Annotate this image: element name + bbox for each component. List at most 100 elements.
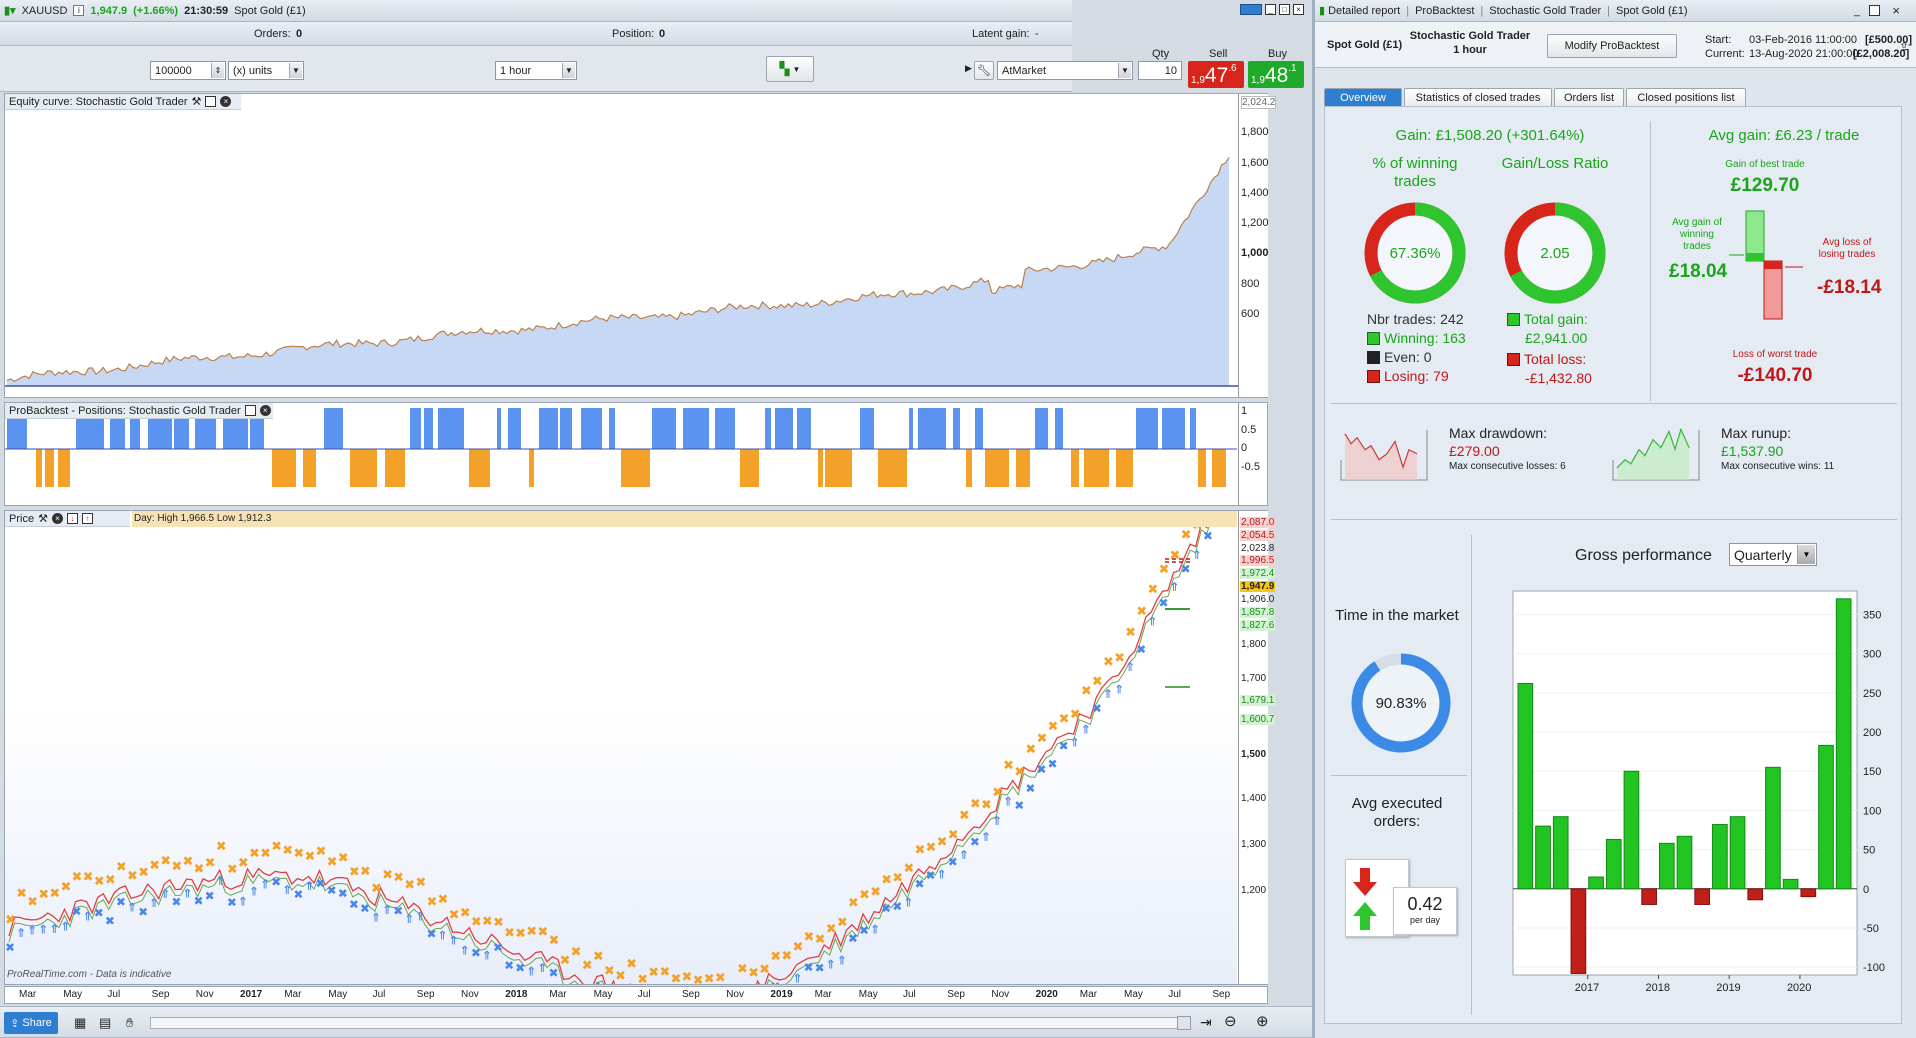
month-label: Nov [195, 989, 214, 1000]
buy-button[interactable]: 1,9 48.1 [1248, 61, 1304, 88]
units-select[interactable]: (x) units ▼ [228, 61, 304, 80]
buy-marker: ✖ [138, 905, 148, 919]
share-button[interactable]: ⇪ Share [4, 1012, 58, 1034]
wrench-icon[interactable]: ⚒ [38, 512, 48, 525]
wrench-icon[interactable]: 🔧︎ [974, 61, 994, 80]
buy-arrow-icon[interactable]: ↑ [81, 513, 93, 524]
top-tab-probacktest[interactable]: ProBacktest [1415, 5, 1474, 17]
sell-marker: ✖ [1025, 743, 1036, 758]
info-icon[interactable]: i [73, 5, 85, 16]
top-tab-strategy[interactable]: Stochastic Gold Trader [1489, 5, 1601, 17]
axis-label: 1 [1241, 405, 1248, 417]
even-swatch [1367, 351, 1380, 364]
sell-marker: ✖ [560, 953, 571, 968]
maximize-icon[interactable]: □ [1279, 4, 1290, 15]
maximize-icon[interactable] [1869, 5, 1880, 16]
hand-icon[interactable]: ✋︎ [126, 1015, 133, 1031]
gain-text: Gain: £1,508.20 (+301.64%) [1395, 127, 1585, 144]
total-loss: -£1,432.80 [1525, 370, 1592, 386]
buy-marker: ✖ [1158, 596, 1168, 610]
buy-marker: ✖ [881, 902, 891, 916]
candles-icon[interactable]: ▮▾ [4, 4, 16, 17]
chevron-down-icon[interactable]: ▼ [1797, 545, 1815, 564]
sell-marker: ✖ [449, 908, 460, 923]
grid-icon[interactable]: ▤ [99, 1015, 111, 1031]
layout-icon[interactable] [1240, 4, 1262, 15]
ticket-arrow-icon[interactable]: ▶ [965, 63, 972, 74]
avg-win-bar [1746, 253, 1764, 261]
tab-statistics[interactable]: Statistics of closed trades [1404, 88, 1552, 106]
orders-per-day-card: 0.42 per day [1393, 887, 1457, 935]
close-icon[interactable]: × [220, 96, 232, 107]
buy-marker: ✖ [116, 895, 126, 909]
zoom-in-icon[interactable]: ⊕ [1256, 1012, 1269, 1030]
export-icon[interactable]: ⇪ [1899, 40, 1909, 54]
tab-overview[interactable]: Overview [1324, 88, 1402, 106]
maximize-icon[interactable] [244, 405, 256, 416]
current-date: 13-Aug-2020 21:00:00 [1749, 48, 1859, 60]
zoom-out-icon[interactable]: ⊖ [1224, 1012, 1237, 1030]
sell-marker: ✖ [615, 969, 626, 984]
runup-value: £1,537.90 [1721, 443, 1784, 459]
tab-closed-positions[interactable]: Closed positions list [1626, 88, 1746, 106]
sell-marker: ✖ [881, 873, 892, 888]
close-icon[interactable]: × [51, 513, 63, 524]
sell-marker: ✖ [548, 934, 559, 949]
order-type-select[interactable]: AtMarket ▼ [997, 61, 1133, 80]
chart-type-button[interactable]: ▚ ▼ [766, 56, 814, 82]
tab-orders-list[interactable]: Orders list [1554, 88, 1624, 106]
spinner-icon[interactable]: ⇕ [211, 63, 224, 78]
price-axis-label: 1,300 [1241, 839, 1267, 850]
buy-marker: ⇑ [127, 901, 137, 915]
qty-field[interactable]: 10 [1138, 61, 1182, 80]
minimize-icon[interactable]: _ [1854, 5, 1860, 17]
sell-marker: ✖ [316, 844, 327, 859]
chevron-down-icon[interactable]: ▼ [289, 63, 302, 78]
price-axis-label: 1,947.9 [1240, 581, 1276, 592]
bar [1623, 770, 1640, 890]
fit-icon[interactable]: ⇥ [1200, 1014, 1212, 1031]
close-icon[interactable]: × [1892, 3, 1900, 18]
calendar-icon[interactable]: ▦ [74, 1015, 86, 1031]
close-icon[interactable]: × [1293, 4, 1304, 15]
timeframe-select[interactable]: 1 hour ▼ [495, 61, 577, 80]
quantity-input[interactable]: 100000 ⇕ [150, 61, 226, 80]
long-position-bar [652, 408, 676, 449]
chevron-down-icon[interactable]: ▼ [1118, 63, 1131, 78]
watermark: ProRealTime.com - Data is indicative [7, 969, 172, 980]
wrench-icon[interactable]: ⚒ [192, 95, 202, 108]
buy-marker: ⇑ [526, 964, 536, 978]
symbol-label[interactable]: XAUUSD [22, 5, 68, 17]
sell-marker: ✖ [526, 925, 537, 940]
sell-marker: ✖ [271, 840, 282, 855]
top-tab-instrument[interactable]: Spot Gold (£1) [1616, 5, 1688, 17]
time-axis: Mar May Jul Sep Nov 2017 Mar May Jul Sep Nov 2018 Ma… [4, 986, 1268, 1004]
modify-probacktest-button[interactable]: Modify ProBacktest [1547, 34, 1677, 58]
sell-marker: ✖ [948, 828, 959, 843]
positions-title: ProBacktest - Positions: Stochastic Gold… [9, 404, 241, 417]
sell-arrow-icon[interactable]: ↓ [66, 513, 78, 524]
long-position-bar [1055, 408, 1063, 449]
top-tab-detailed-report[interactable]: Detailed report [1328, 5, 1400, 17]
close-icon[interactable]: × [259, 405, 271, 416]
total-gain-label: Total gain: [1524, 311, 1588, 327]
short-position-bar [1071, 449, 1079, 487]
sell-button[interactable]: 1,9 47.6 [1188, 61, 1244, 88]
drawdown-sparkline [1340, 430, 1428, 481]
chevron-down-icon[interactable]: ▼ [562, 63, 575, 78]
maximize-icon[interactable] [205, 96, 217, 107]
scroll-right-icon[interactable] [1177, 1016, 1191, 1030]
sell-marker: ✖ [94, 874, 105, 889]
buy-marker: ⇑ [449, 933, 459, 947]
horizontal-scrollbar[interactable] [150, 1016, 1191, 1030]
sell-marker: ✖ [127, 869, 138, 884]
price-axis-label: 1,700 [1241, 673, 1267, 684]
sell-marker: ✖ [27, 895, 38, 910]
minimize-icon[interactable]: _ [1265, 4, 1276, 15]
period-select[interactable]: Quarterly ▼ [1729, 543, 1817, 566]
glr-label: Gain/Loss Ratio [1501, 155, 1609, 172]
price-line [8, 527, 1208, 984]
sell-marker: ✖ [1070, 707, 1081, 722]
sell-marker: ✖ [604, 964, 615, 979]
even-count: Even: 0 [1384, 349, 1432, 365]
